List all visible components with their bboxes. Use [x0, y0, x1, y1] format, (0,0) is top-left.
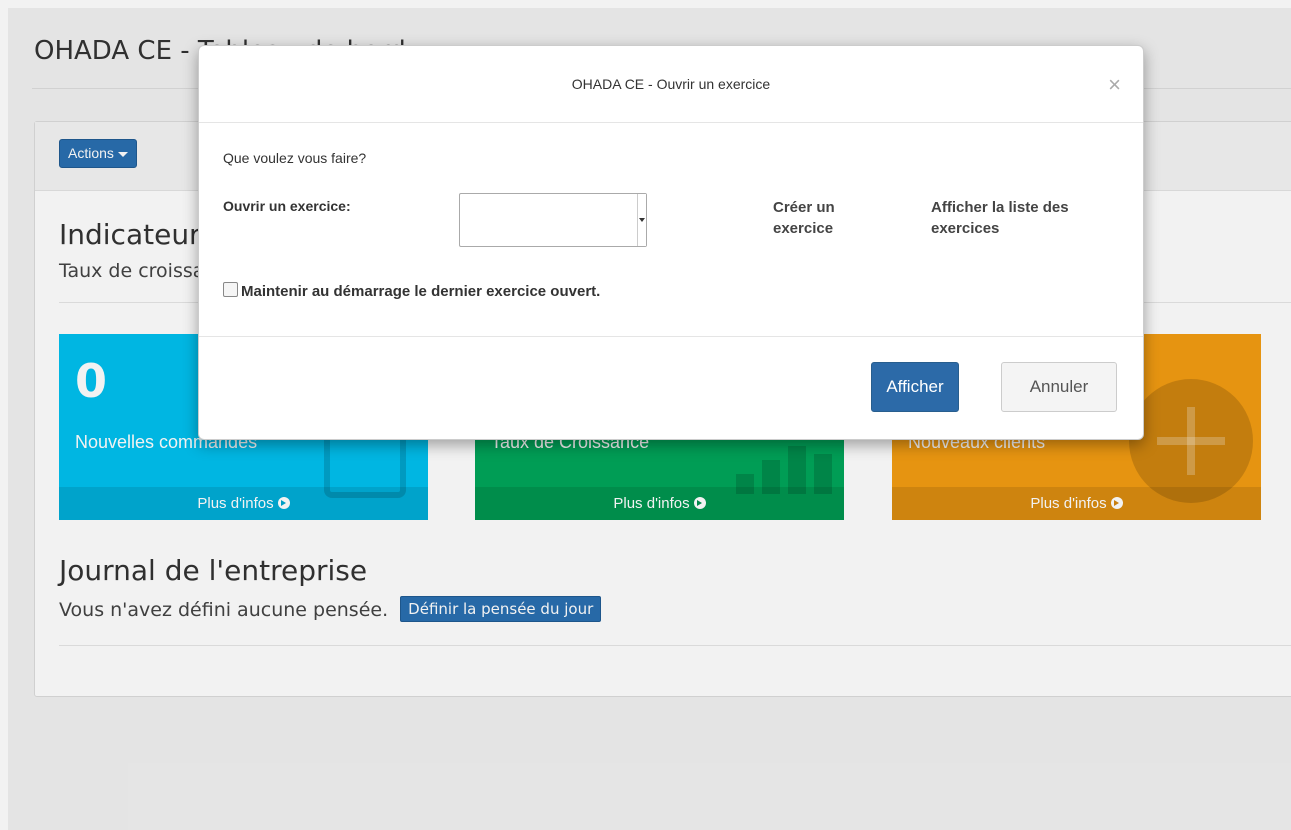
close-icon[interactable]: ×	[1108, 74, 1121, 96]
exercise-select[interactable]	[459, 193, 647, 247]
keep-last-exercise-row: Maintenir au démarrage le dernier exerci…	[223, 282, 600, 300]
show-button[interactable]: Afficher	[871, 362, 959, 412]
open-exercise-dialog: OHADA CE - Ouvrir un exercice × Que voul…	[198, 45, 1144, 440]
dropdown-arrow-icon	[637, 194, 646, 246]
cancel-button[interactable]: Annuler	[1001, 362, 1117, 412]
question-label: Que voulez vous faire?	[223, 150, 367, 166]
keep-last-exercise-label[interactable]: Maintenir au démarrage le dernier exerci…	[241, 283, 600, 300]
open-exercise-label: Ouvrir un exercice:	[223, 198, 351, 214]
list-exercises-link[interactable]: Afficher la liste des exercices	[931, 197, 1121, 239]
create-exercise-link[interactable]: Créer un exercice	[773, 197, 883, 239]
modal-header: OHADA CE - Ouvrir un exercice ×	[199, 46, 1143, 123]
keep-last-exercise-checkbox[interactable]	[223, 282, 238, 297]
modal-footer-divider	[199, 336, 1143, 337]
modal-title: OHADA CE - Ouvrir un exercice	[571, 76, 771, 92]
